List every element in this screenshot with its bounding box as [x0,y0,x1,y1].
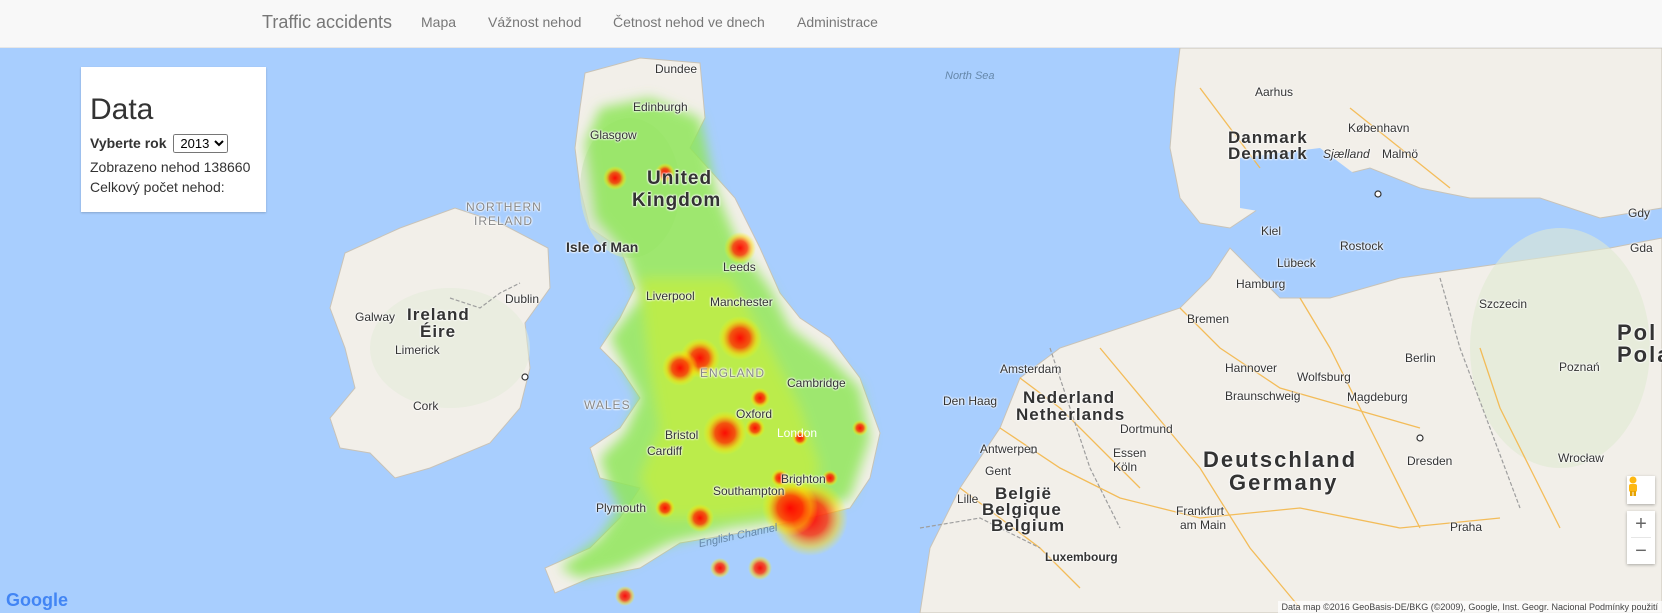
nav-item-mapa[interactable]: Mapa [421,14,456,30]
google-logo-text: Google [6,590,68,610]
label-frankfurt-1: Frankfurt [1176,504,1225,518]
brand-link[interactable]: Traffic accidents [262,12,392,33]
label-ni-1: NORTHERN [466,200,542,214]
zoom-in-button[interactable]: + [1627,511,1655,537]
label-uk-2: Kingdom [632,190,722,211]
label-kobenhavn: København [1348,121,1410,135]
label-braunschweig: Braunschweig [1225,389,1301,403]
label-galway: Galway [355,310,396,324]
label-poznan: Poznań [1559,360,1600,374]
label-dortmund: Dortmund [1120,422,1173,436]
year-select[interactable]: 2013 [173,134,229,153]
label-luxembourg: Luxembourg [1045,550,1118,564]
pegman-icon [1629,476,1637,496]
label-cambridge: Cambridge [787,376,846,390]
label-uk-1: United [647,168,713,189]
label-wolfsburg: Wolfsburg [1297,370,1351,384]
minus-icon: − [1635,539,1647,562]
label-oxford: Oxford [736,407,773,421]
label-kiel: Kiel [1261,224,1282,238]
label-isle-of-man: Isle of Man [566,239,639,255]
total-count: Celkový počet nehod: [90,179,225,195]
label-dundee: Dundee [655,62,698,76]
label-pol-2: Pola [1617,342,1662,367]
zoom-out-button[interactable]: − [1627,538,1655,564]
label-manchester: Manchester [710,295,773,309]
label-liverpool: Liverpool [646,289,695,303]
label-be-3: Belgium [991,516,1066,535]
label-gdy: Gdy [1628,206,1651,220]
label-wroclaw: Wrocław [1558,451,1604,465]
label-koln: Köln [1113,460,1138,474]
label-southampton: Southampton [713,484,785,498]
label-dresden: Dresden [1407,454,1453,468]
zoom-control: + − [1627,511,1655,564]
plus-icon: + [1635,512,1647,535]
year-row: Vyberte rok 2013 [90,133,257,153]
navbar: Traffic accidents Mapa Vážnost nehod Čet… [0,0,1662,48]
label-lubeck: Lübeck [1277,256,1316,270]
pegman-button[interactable] [1627,476,1655,504]
label-dublin: Dublin [505,292,540,306]
label-essen: Essen [1113,446,1147,460]
google-logo[interactable]: Google [6,590,68,611]
label-north-sea: North Sea [945,70,995,82]
label-cork: Cork [413,399,439,413]
label-brighton: Brighton [781,472,826,486]
data-panel: Data Vyberte rok 2013 Zobrazeno nehod 13… [81,67,266,212]
label-denmark-2: Denmark [1228,144,1308,163]
label-gent: Gent [985,464,1012,478]
label-sjaelland: Sjælland [1323,147,1370,161]
label-glasgow: Glasgow [590,128,637,142]
label-magdeburg: Magdeburg [1347,390,1408,404]
label-gda: Gda [1630,241,1653,255]
label-de-2: Germany [1229,470,1339,495]
shown-count: Zobrazeno nehod 138660 [90,159,251,175]
label-plymouth: Plymouth [596,501,647,515]
label-bristol: Bristol [665,428,699,442]
label-amsterdam: Amsterdam [1000,362,1062,376]
label-edinburgh: Edinburgh [633,100,688,114]
label-nl-2: Netherlands [1016,405,1126,424]
nav-item-administrace[interactable]: Administrace [797,14,878,30]
label-bremen: Bremen [1187,312,1230,326]
label-ireland-2: Éire [420,322,457,341]
label-hamburg: Hamburg [1236,277,1286,291]
label-rostock: Rostock [1340,239,1384,253]
label-szczecin: Szczecin [1479,297,1528,311]
year-label: Vyberte rok [90,135,167,151]
label-wales: WALES [584,398,631,412]
label-frankfurt-2: am Main [1180,518,1227,532]
label-cardiff: Cardiff [647,444,683,458]
nav-item-cetnost[interactable]: Četnost nehod ve dnech [613,14,765,30]
label-aarhus: Aarhus [1255,85,1294,99]
map-attribution: Data map ©2016 GeoBasis-DE/BKG (©2009), … [1277,601,1662,613]
label-praha: Praha [1450,520,1483,534]
label-hannover: Hannover [1225,361,1278,375]
label-limerick: Limerick [395,343,440,357]
label-malmo: Malmö [1382,147,1419,161]
label-ni-2: IRELAND [474,214,534,228]
nav-item-vaznost[interactable]: Vážnost nehod [488,14,581,30]
label-leeds: Leeds [723,260,756,274]
label-antwerpen: Antwerpen [980,442,1038,456]
label-berlin: Berlin [1405,351,1436,365]
label-london: London [777,426,818,440]
label-lille: Lille [957,492,979,506]
panel-title: Data [90,93,154,126]
label-england: ENGLAND [700,366,766,380]
label-denhaag: Den Haag [943,394,998,408]
